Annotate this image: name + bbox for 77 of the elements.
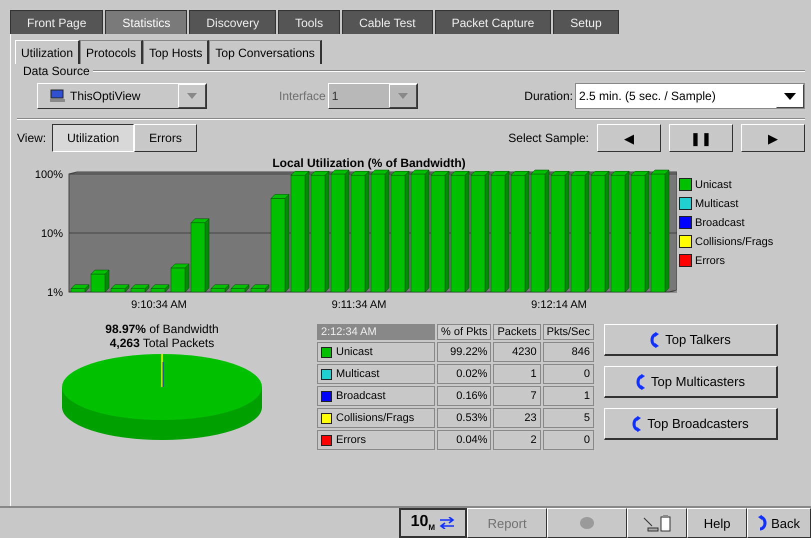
column-header: Pkts/Sec	[542, 324, 594, 340]
refresh-icon	[650, 332, 660, 348]
sub-tab[interactable]: Top Hosts	[143, 40, 210, 64]
disc-icon	[579, 516, 596, 530]
duration-label: Duration:	[524, 89, 573, 103]
sample-button[interactable]: ◀	[597, 124, 661, 152]
row-label: Collisions/Frags	[336, 412, 414, 424]
axis-label: 100%	[34, 169, 63, 181]
table-cell: 23	[493, 408, 541, 428]
top-list-button[interactable]: Top Broadcasters	[604, 408, 778, 440]
table-cell: 4230	[493, 342, 541, 362]
row-label: Multicast	[336, 368, 380, 380]
refresh-icon	[632, 416, 642, 432]
print-button[interactable]	[627, 508, 688, 538]
main-tab[interactable]: Discovery	[189, 10, 276, 34]
back-arrow-icon	[758, 515, 768, 531]
top-list-button[interactable]: Top Talkers	[604, 324, 778, 356]
legend-label: Unicast	[695, 178, 732, 190]
table-cell: 99.22%	[437, 342, 492, 362]
view-label: View:	[17, 131, 46, 145]
source-dropdown[interactable]: ThisOptiView	[37, 83, 207, 109]
column-header: 2:12:34 AM	[317, 324, 435, 340]
packets-summary: 4,263 Total Packets	[110, 336, 214, 350]
table-cell: 0	[542, 430, 594, 450]
table-cell: 0.04%	[437, 430, 492, 450]
refresh-icon	[636, 374, 646, 390]
transfer-arrows-icon	[439, 517, 456, 529]
row-label: Broadcast	[336, 390, 386, 402]
help-button[interactable]: Help	[687, 508, 748, 538]
main-tab[interactable]: Statistics	[105, 10, 188, 34]
table-cell: 846	[542, 342, 594, 362]
interface-label: Interface	[279, 89, 326, 103]
computer-icon	[50, 89, 66, 103]
sample-button[interactable]: ❚❚	[669, 124, 733, 152]
axis-label: 9:10:34 AM	[131, 299, 187, 311]
axis-label: 1%	[47, 287, 63, 299]
chart-title: Local Utilization (% of Bandwidth)	[272, 156, 466, 170]
table-cell: 0	[542, 364, 594, 384]
link-speed-button[interactable]: 10$_{M}$	[398, 508, 468, 538]
column-header: Packets	[493, 324, 541, 340]
main-tab[interactable]: Setup	[553, 10, 619, 34]
sample-button[interactable]: ▶	[741, 124, 805, 152]
table-cell: 7	[493, 386, 541, 406]
printer-icon	[642, 514, 672, 532]
duration-dropdown[interactable]: 2.5 min. (5 sec. / Sample)	[575, 83, 805, 109]
table-cell: 5	[542, 408, 594, 428]
main-tab[interactable]: Tools	[278, 10, 340, 34]
select-sample-label: Select Sample:	[508, 131, 589, 145]
back-button[interactable]: Back	[747, 508, 811, 538]
table-cell: 2	[493, 430, 541, 450]
legend-label: Collisions/Frags	[695, 236, 774, 248]
sub-tab[interactable]: Utilization	[15, 40, 80, 64]
table-cell: 1	[493, 364, 541, 384]
sub-tab[interactable]: Top Conversations	[209, 40, 322, 64]
top-list-button[interactable]: Top Multicasters	[604, 366, 778, 398]
view-toggle[interactable]: Utilization	[52, 124, 134, 152]
legend-label: Errors	[695, 254, 725, 266]
view-toggle[interactable]: Errors	[134, 124, 197, 152]
axis-label: 10%	[40, 228, 63, 240]
column-header: % of Pkts	[437, 324, 492, 340]
table-cell: 0.16%	[437, 386, 492, 406]
main-tab[interactable]: Packet Capture	[434, 10, 552, 34]
legend-label: Broadcast	[695, 216, 745, 228]
main-tab[interactable]: Cable Test	[342, 10, 433, 34]
group-title: Data Source	[22, 64, 90, 78]
axis-label: 9:11:34 AM	[332, 299, 386, 311]
axis-label: 9:12:14 AM	[531, 299, 587, 311]
bandwidth-summary: 98.97% of Bandwidth	[105, 322, 219, 336]
table-cell: 0.53%	[437, 408, 492, 428]
table-cell: 1	[542, 386, 594, 406]
row-label: Unicast	[336, 346, 373, 358]
table-cell: 0.02%	[437, 364, 492, 384]
legend-label: Multicast	[695, 198, 738, 210]
interface-dropdown[interactable]: 1	[328, 83, 418, 109]
sub-tab[interactable]: Protocols	[80, 40, 144, 64]
row-label: Errors	[336, 434, 366, 446]
main-tab[interactable]: Front Page	[10, 10, 104, 34]
